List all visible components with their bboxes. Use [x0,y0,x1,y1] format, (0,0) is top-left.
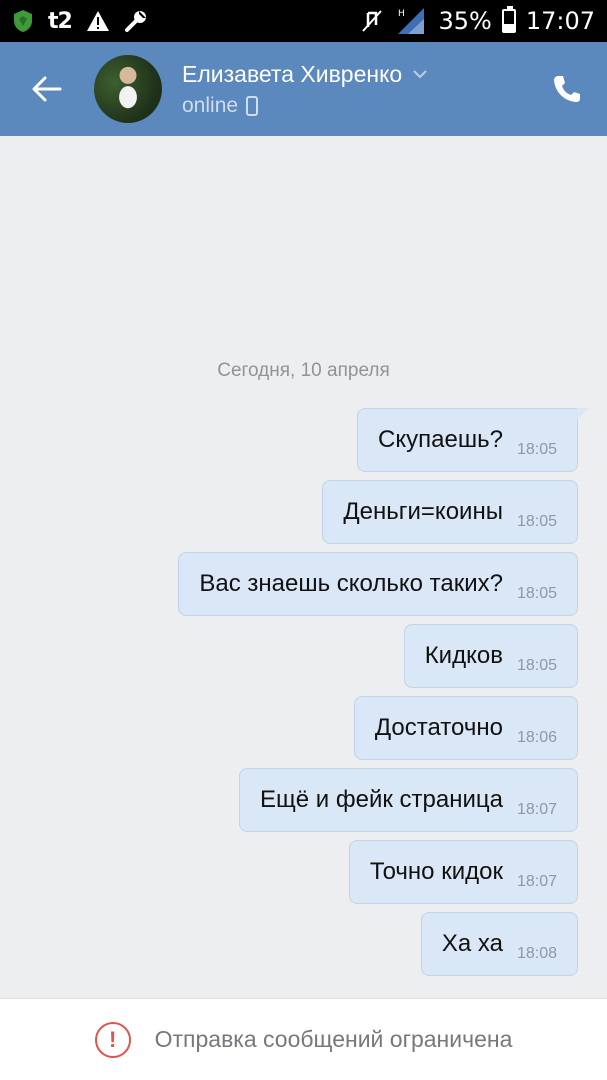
carrier-label: t2 [48,8,73,34]
message-text: Достаточно [374,714,503,741]
wrench-icon [124,11,146,32]
avatar[interactable] [94,55,162,123]
message-time: 18:05 [516,441,557,458]
message-text: Деньги=коины [343,498,503,525]
clock: 17:07 [525,7,595,35]
message-bubble[interactable]: Ха ха 18:08 [420,912,578,976]
phone-icon [554,76,580,102]
contact-info[interactable]: Елизавета Хивренко online [182,61,428,118]
status-bar: t2 H 35% 17:07 [0,0,607,42]
mobile-phone-icon [246,95,259,116]
message-time: 18:07 [516,873,557,890]
message-text: Ха ха [441,930,503,957]
shield-icon [14,10,32,32]
message-bubble[interactable]: Точно кидок 18:07 [348,840,578,904]
battery-percent: 35% [438,7,492,35]
message-bubble[interactable]: Скупаешь? 18:05 [357,408,589,472]
message-text: Скупаешь? [378,426,503,453]
contact-name[interactable]: Елизавета Хивренко [182,61,402,88]
contact-status: online [182,93,239,117]
message-time: 18:06 [516,729,557,746]
message-bubble[interactable]: Ещё и фейк страница 18:07 [239,768,578,832]
warning-icon [86,11,109,31]
message-bubble[interactable]: Деньги=коины 18:05 [322,480,578,544]
message-bubble[interactable]: Кидков 18:05 [403,624,578,688]
message-bubble[interactable]: Вас знаешь сколько таких? 18:05 [178,552,578,616]
battery-icon [501,6,516,33]
signal-icon: H [398,8,425,34]
restriction-text: Отправка сообщений ограничена [154,1026,513,1052]
date-separator: Сегодня, 10 апреля [217,360,390,381]
message-bubble[interactable]: Достаточно 18:06 [353,696,578,760]
restriction-notice: ! Отправка сообщений ограничена [0,998,607,1080]
message-time: 18:08 [516,945,557,962]
mute-icon [362,10,383,32]
message-list[interactable]: Сегодня, 10 апреля Скупаешь? 18:05 Деньг… [0,136,607,998]
message-text: Точно кидок [369,858,503,885]
arrow-left-icon [32,76,62,102]
exclamation-icon: ! [94,1021,131,1058]
message-time: 18:07 [516,801,557,818]
message-time: 18:05 [516,657,557,674]
call-button[interactable] [527,42,607,136]
back-button[interactable] [0,42,94,136]
chevron-down-icon[interactable] [412,69,428,79]
message-text: Вас знаешь сколько таких? [199,570,503,597]
chat-header: Елизавета Хивренко online [0,42,607,136]
message-time: 18:05 [516,513,557,530]
message-text: Ещё и фейк страница [260,786,503,813]
svg-text:H: H [398,9,405,19]
message-text: Кидков [424,642,503,669]
message-time: 18:05 [516,585,557,602]
